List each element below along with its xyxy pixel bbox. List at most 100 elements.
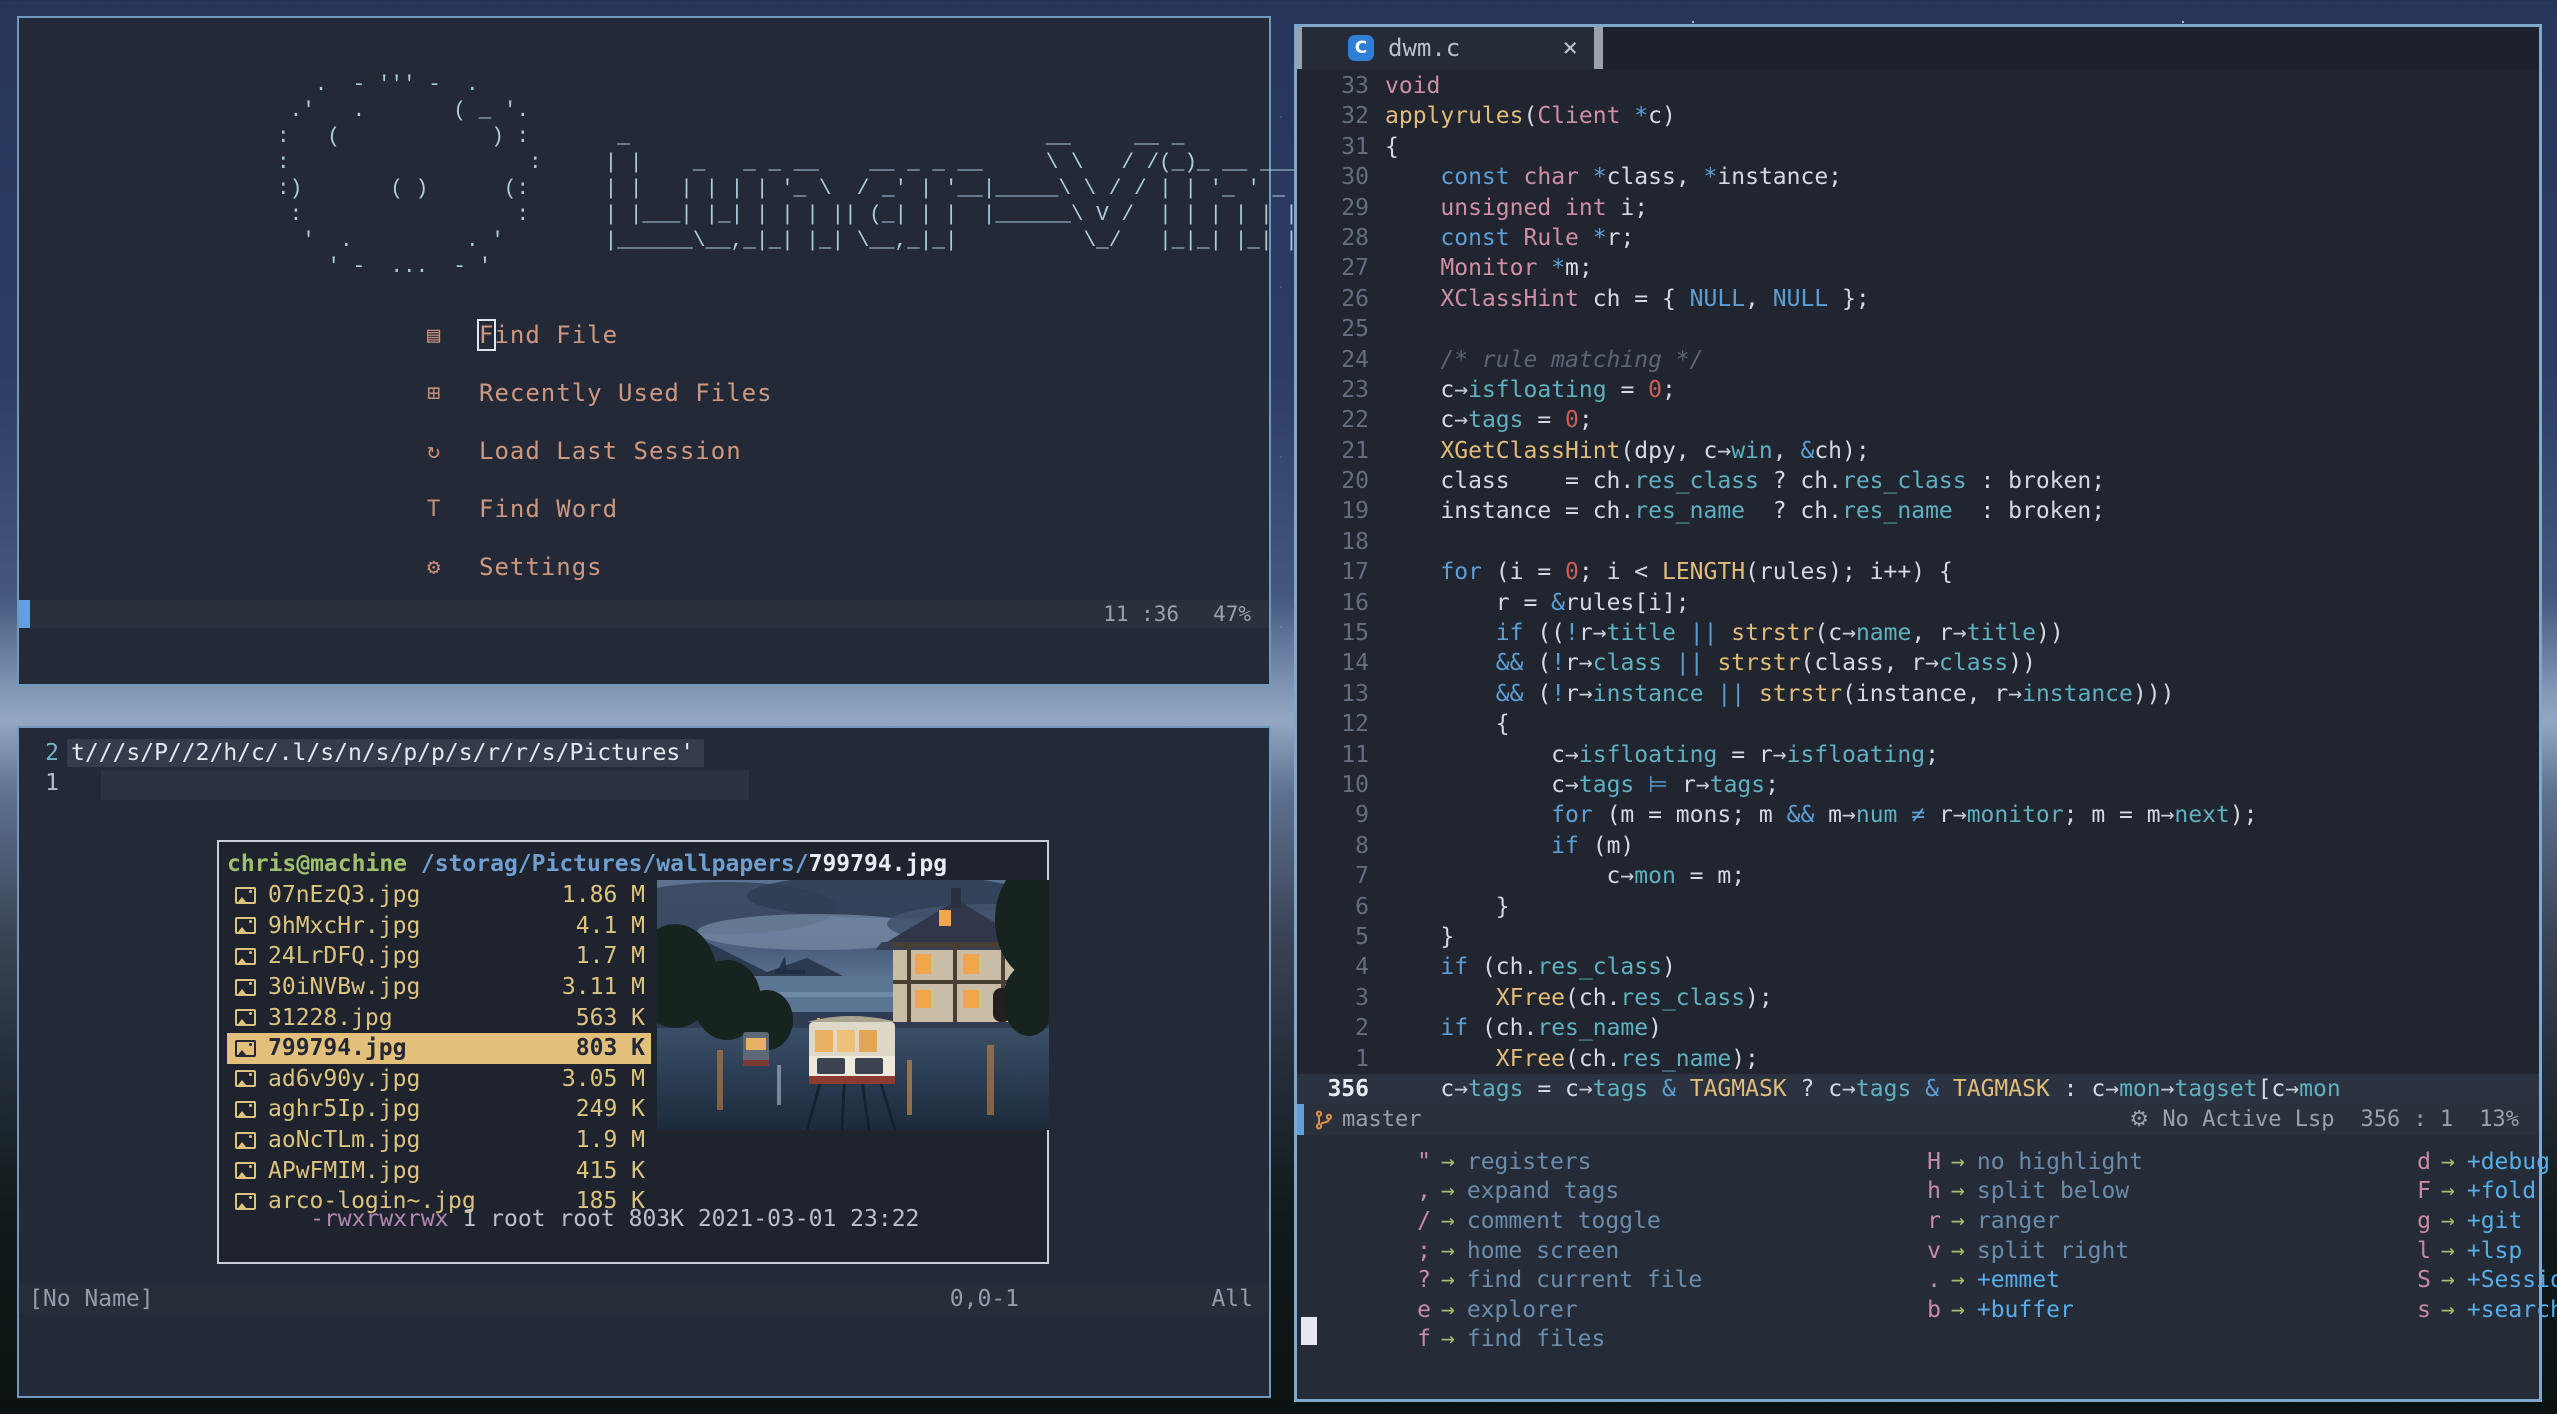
code-line[interactable]: 4 if (ch.res_class) (1297, 952, 2539, 982)
line-number: 356 (1327, 1075, 1369, 1102)
file-row[interactable]: 24LrDFQ.jpg 1.7 M (227, 941, 651, 972)
whichkey-binding-split-below[interactable]: h → split below (1907, 1177, 2143, 1207)
code-line[interactable]: 16 r = &rules[i]; (1297, 588, 2539, 618)
line-number: 9 (1355, 802, 1369, 829)
whichkey-binding--search[interactable]: s → +search (2397, 1295, 2557, 1325)
file-name: 799794.jpg (268, 1035, 407, 1062)
code-line[interactable]: 25 (1297, 314, 2539, 344)
file-row[interactable]: ad6v90y.jpg 3.05 M (227, 1064, 651, 1095)
whichkey-binding--buffer[interactable]: b → +buffer (1907, 1295, 2143, 1325)
code-text: if (m) (1551, 832, 1635, 859)
code-line[interactable]: 24 /* rule matching */ (1297, 345, 2539, 375)
menu-item-settings[interactable]: ⚙ Settings (19, 538, 1269, 596)
whichkey-binding-expand-tags[interactable]: , → expand tags (1397, 1177, 1702, 1207)
whichkey-binding--git[interactable]: g → +git (2397, 1206, 2557, 1236)
key-label: h (1927, 1178, 1941, 1205)
dashboard-window[interactable]: . - ''' - . .' . ( _ '. : ( ) : _ __ __ … (17, 16, 1323, 686)
code-line[interactable]: 29 unsigned int i; (1297, 193, 2539, 223)
code-line[interactable]: 31 { (1297, 132, 2539, 162)
code-line[interactable]: 9 for (m = mons; m && m→num ≠ r→monitor;… (1297, 800, 2539, 830)
code-line[interactable]: 1 XFree(ch.res_name); (1297, 1044, 2539, 1074)
code-line[interactable]: 7 c→mon = m; (1297, 861, 2539, 891)
code-line-current[interactable]: 356 c→tags = c→tags & TAGMASK ? c→tags &… (1297, 1073, 2539, 1105)
lsp-gear-icon: ⚙ (2129, 1107, 2150, 1132)
file-row[interactable]: 30iNVBw.jpg 3.11 M (227, 972, 651, 1003)
whichkey-binding-comment-toggle[interactable]: / → comment toggle (1397, 1206, 1702, 1236)
binding-description: +search (2466, 1296, 2557, 1323)
whichkey-binding--fold[interactable]: F → +fold (2397, 1177, 2557, 1207)
code-line[interactable]: 12 { (1297, 709, 2539, 739)
image-file-icon (235, 917, 256, 935)
code-line[interactable]: 10 c→tags ⊨ r→tags; (1297, 770, 2539, 800)
whichkey-binding--session[interactable]: S → +Session (2397, 1265, 2557, 1295)
code-line[interactable]: 20 class = ch.res_class ? ch.res_class :… (1297, 466, 2539, 496)
code-area[interactable]: 33 void 32 applyrules(Client *c) 31{30 const… (1297, 71, 2539, 1105)
code-line[interactable]: 5 } (1297, 922, 2539, 952)
image-file-icon (235, 886, 256, 904)
code-line[interactable]: 28 const Rule *r; (1297, 223, 2539, 253)
code-line[interactable]: 3 XFree(ch.res_class); (1297, 983, 2539, 1013)
git-branch-name: master (1342, 1107, 1422, 1132)
code-line[interactable]: 6 } (1297, 892, 2539, 922)
code-line[interactable]: 23 c→isfloating = 0; (1297, 375, 2539, 405)
whichkey-binding-explorer[interactable]: e → explorer (1397, 1295, 1702, 1325)
scratch-window[interactable]: 2 t///s/P//2/h/c/.l/s/n/s/p/p/s/r/r/s/Pi… (17, 726, 1271, 1398)
line-number: 5 (1355, 923, 1369, 950)
code-line[interactable]: 21 XGetClassHint(dpy, c→win, &ch); (1297, 436, 2539, 466)
whichkey-binding-split-right[interactable]: v → split right (1907, 1236, 2143, 1266)
ranger-popup[interactable]: chris@machine /storag/Pictures/wallpaper… (217, 840, 1049, 1264)
arrow-icon: → (2441, 1148, 2455, 1175)
file-row[interactable]: 9hMxcHr.jpg 4.1 M (227, 911, 651, 942)
file-row[interactable]: 07nEzQ3.jpg 1.86 M (227, 880, 651, 911)
code-text: c→isfloating = 0; (1385, 376, 1676, 403)
code-line[interactable]: 33 void (1297, 71, 2539, 101)
code-line[interactable]: 22 c→tags = 0; (1297, 405, 2539, 435)
file-size: 3.05 M (561, 1065, 645, 1092)
current-file: 799794.jpg (808, 851, 948, 877)
whichkey-binding-no-highlight[interactable]: H → no highlight (1907, 1147, 2143, 1177)
code-line[interactable]: 32 applyrules(Client *c) (1297, 101, 2539, 131)
whichkey-binding--debug[interactable]: d → +debug (2397, 1147, 2557, 1177)
menu-item-recently-used-files[interactable]: ⊞ Recently Used Files (19, 364, 1269, 422)
key-label: " (1417, 1148, 1431, 1175)
whichkey-binding--emmet[interactable]: . → +emmet (1907, 1265, 2143, 1295)
close-icon[interactable]: × (1562, 33, 1578, 63)
line-number: 25 (1341, 316, 1369, 343)
whichkey-binding-find-files[interactable]: f → find files (1397, 1325, 1702, 1355)
file-row[interactable]: aoNcTLm.jpg 1.9 M (227, 1125, 651, 1156)
binding-description: home screen (1466, 1237, 1620, 1264)
code-line[interactable]: 27 Monitor *m; (1297, 253, 2539, 283)
line-number: 21 (1341, 437, 1369, 464)
arrow-icon: → (2441, 1296, 2455, 1323)
whichkey-binding--lsp[interactable]: l → +lsp (2397, 1236, 2557, 1266)
whichkey-binding-home-screen[interactable]: ; → home screen (1397, 1236, 1702, 1266)
code-line[interactable]: 19 instance = ch.res_name ? ch.res_name … (1297, 496, 2539, 526)
whichkey-binding-registers[interactable]: " → registers (1397, 1147, 1702, 1177)
code-line[interactable]: 30 const char *class, *instance; (1297, 162, 2539, 192)
code-line[interactable]: 26 XClassHint ch = { NULL, NULL }; (1297, 284, 2539, 314)
line-number: 18 (1341, 528, 1369, 555)
code-text: instance = ch.res_name ? ch.res_name : b… (1385, 498, 2106, 525)
file-row-selected[interactable]: 799794.jpg 803 K (227, 1032, 651, 1064)
binding-description: find current file (1466, 1267, 1703, 1294)
code-line[interactable]: 13 && (!r→instance || strstr(instance, r… (1297, 679, 2539, 709)
file-row[interactable]: aghr5Ip.jpg 249 K (227, 1094, 651, 1125)
menu-item-find-word[interactable]: T Find Word (19, 480, 1269, 538)
file-stat-line: -rwxrwxrwx 1 root root 803K 2021-03-01 2… (227, 1180, 919, 1258)
file-row[interactable]: 31228.jpg 563 K (227, 1002, 651, 1033)
mode-indicator-block (19, 600, 30, 628)
menu-item-load-last-session[interactable]: ↻ Load Last Session (19, 422, 1269, 480)
tab-dwm-c[interactable]: C dwm.c × (1302, 27, 1594, 69)
editor-window[interactable]: C dwm.c × 33 void 32 applyrules(Client *c) 3… (1294, 24, 2557, 1402)
whichkey-binding-ranger[interactable]: r → ranger (1907, 1206, 2143, 1236)
code-line[interactable]: 18 (1297, 527, 2539, 557)
code-line[interactable]: 2 if (ch.res_name) (1297, 1013, 2539, 1043)
menu-item-find-file[interactable]: ▤ Find File (19, 306, 1269, 364)
whichkey-binding-find-current-file[interactable]: ? → find current file (1397, 1265, 1702, 1295)
code-line[interactable]: 11 c→isfloating = r→isfloating; (1297, 740, 2539, 770)
code-line[interactable]: 8 if (m) (1297, 831, 2539, 861)
code-line[interactable]: 17 for (i = 0; i < LENGTH(rules); i++) { (1297, 557, 2539, 587)
code-line[interactable]: 15 if ((!r→title || strstr(c→name, r→tit… (1297, 618, 2539, 648)
line-number: 12 (1341, 711, 1369, 738)
code-line[interactable]: 14 && (!r→class || strstr(class, r→class… (1297, 648, 2539, 678)
